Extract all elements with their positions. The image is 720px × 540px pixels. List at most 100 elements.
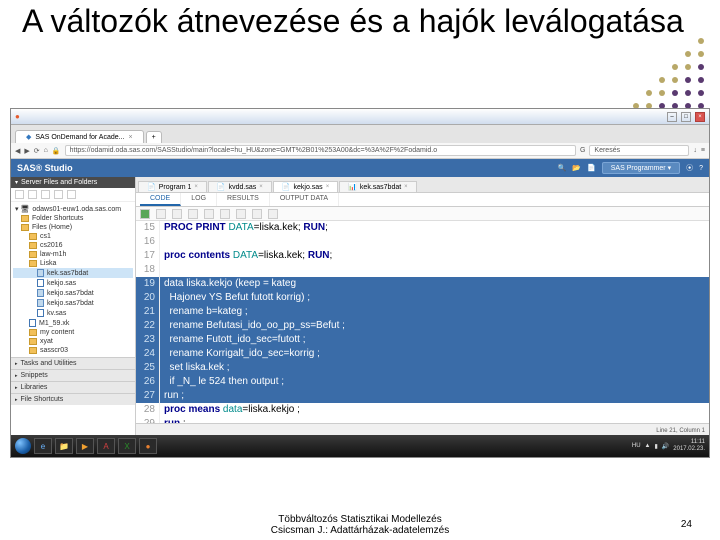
browser-tab[interactable]: ◆ SAS OnDemand for Acade... × <box>15 130 144 143</box>
code-line[interactable]: 28proc means data=liska.kekjo ; <box>136 403 709 417</box>
tree-item[interactable]: Folder Shortcuts <box>13 214 133 223</box>
code-editor[interactable]: 15PROC PRINT DATA=liska.kek; RUN;1617pro… <box>136 221 709 423</box>
tab-close-icon[interactable]: × <box>259 184 263 190</box>
code-line[interactable]: 17proc contents DATA=liska.kek; RUN; <box>136 249 709 263</box>
tree-item-label: my content <box>40 329 74 336</box>
line-gutter: 25 <box>136 361 160 375</box>
tree-item[interactable]: kekjo.sas7bdat <box>13 288 133 298</box>
system-tray[interactable]: HU ▲ ▮ 🔊 11:11 2017.02.23. <box>632 439 705 453</box>
task-reader-icon[interactable]: A <box>97 438 115 454</box>
sas-help-icon[interactable]: ? <box>699 165 703 172</box>
tab-close-icon[interactable]: × <box>404 184 408 190</box>
sidebar-section[interactable]: Libraries <box>11 381 135 393</box>
task-excel-icon[interactable]: X <box>118 438 136 454</box>
dataset-icon <box>37 269 44 277</box>
maximize-button[interactable]: □ <box>681 112 691 122</box>
close-button[interactable]: × <box>695 112 705 122</box>
tab-close-icon[interactable]: × <box>194 184 198 190</box>
side-tool-icon[interactable] <box>28 190 37 199</box>
sas-more-icon[interactable]: ⦿ <box>686 163 693 173</box>
subtab-output data[interactable]: OUTPUT DATA <box>270 193 339 206</box>
sidebar-section[interactable]: Snippets <box>11 369 135 381</box>
code-line[interactable]: 16 <box>136 235 709 249</box>
sidebar-header-files[interactable]: Server Files and Folders <box>11 177 135 188</box>
task-media-icon[interactable]: ▶ <box>76 438 94 454</box>
editor-tab[interactable]: 📊kek.sas7bdat× <box>339 181 416 192</box>
task-explorer-icon[interactable]: 📁 <box>55 438 73 454</box>
sas-search-icon[interactable]: 🔍 <box>558 164 567 172</box>
tree-item[interactable]: M1_59.xk <box>13 318 133 328</box>
nav-back-icon[interactable]: ◀ <box>15 147 20 155</box>
tree-item[interactable]: Liska <box>13 259 133 268</box>
code-line[interactable]: 15PROC PRINT DATA=liska.kek; RUN; <box>136 221 709 235</box>
tray-lang[interactable]: HU <box>632 443 641 449</box>
code-line[interactable]: 26 if _N_ le 524 then output ; <box>136 375 709 389</box>
subtab-results[interactable]: RESULTS <box>217 193 270 206</box>
code-line[interactable]: 23 rename Futott_ido_sec=futott ; <box>136 333 709 347</box>
minimize-button[interactable]: – <box>667 112 677 122</box>
sidebar-section[interactable]: File Shortcuts <box>11 393 135 405</box>
tab-close-icon[interactable]: × <box>129 134 133 141</box>
tree-item[interactable]: kek.sas7bdat <box>13 268 133 278</box>
code-line[interactable]: 27run ; <box>136 389 709 403</box>
tab-close-icon[interactable]: × <box>326 184 330 190</box>
download-icon[interactable]: ↓ <box>693 147 697 154</box>
tray-volume-icon: 🔊 <box>662 443 669 450</box>
editor-tab[interactable]: 📄Program 1× <box>138 181 207 192</box>
code-line[interactable]: 22 rename Befutasi_ido_oo_pp_ss=Befut ; <box>136 319 709 333</box>
start-button[interactable] <box>15 438 31 454</box>
sas-perspective-button[interactable]: SAS Programmer ▾ <box>602 162 680 174</box>
code-line[interactable]: 20 Hajonev YS Befut futott korrig) ; <box>136 291 709 305</box>
menu-icon[interactable]: ≡ <box>701 147 705 154</box>
tray-flag-icon: ▲ <box>645 443 651 449</box>
tree-item[interactable]: xyat <box>13 337 133 346</box>
sas-open-icon[interactable]: 📂 <box>572 164 581 172</box>
toolbar-icon[interactable] <box>236 209 246 219</box>
subtab-code[interactable]: CODE <box>140 193 181 206</box>
task-firefox-icon[interactable]: ● <box>139 438 157 454</box>
nav-reload-icon[interactable]: ⟳ <box>34 147 40 155</box>
toolbar-icon[interactable] <box>252 209 262 219</box>
new-tab-button[interactable]: + <box>146 131 162 143</box>
side-tool-icon[interactable] <box>54 190 63 199</box>
sasfile-icon <box>29 319 36 327</box>
toolbar-icon[interactable] <box>204 209 214 219</box>
tree-item[interactable]: sasscr03 <box>13 346 133 355</box>
toolbar-icon[interactable] <box>188 209 198 219</box>
task-ie-icon[interactable]: e <box>34 438 52 454</box>
toolbar-icon[interactable] <box>220 209 230 219</box>
tree-item[interactable]: my content <box>13 328 133 337</box>
code-line[interactable]: 19data liska.kekjo (keep = kateg <box>136 277 709 291</box>
tree-item[interactable]: kv.sas <box>13 308 133 318</box>
editor-tab[interactable]: 📄kekjo.sas× <box>273 181 338 192</box>
code-line[interactable]: 25 set liska.kek ; <box>136 361 709 375</box>
tree-item[interactable]: Files (Home) <box>13 223 133 232</box>
tree-item[interactable]: kekjo.sas7bdat <box>13 298 133 308</box>
subtab-log[interactable]: LOG <box>181 193 217 206</box>
windows-taskbar: e 📁 ▶ A X ● HU ▲ ▮ 🔊 11:11 2017.02.23. <box>11 435 709 457</box>
nav-home-icon[interactable]: ⌂ <box>44 147 48 154</box>
code-line[interactable]: 18 <box>136 263 709 277</box>
tray-clock[interactable]: 11:11 2017.02.23. <box>673 439 705 453</box>
address-bar[interactable]: https://odamid.oda.sas.com/SASStudio/mai… <box>65 145 576 156</box>
tree-item[interactable]: law-m1h <box>13 250 133 259</box>
tree-item[interactable]: cs1 <box>13 232 133 241</box>
sas-new-icon[interactable]: 📄 <box>587 164 596 172</box>
toolbar-icon[interactable] <box>172 209 182 219</box>
tree-item[interactable]: kekjo.sas <box>13 278 133 288</box>
toolbar-icon[interactable] <box>268 209 278 219</box>
code-line[interactable]: 21 rename b=kateg ; <box>136 305 709 319</box>
side-tool-icon[interactable] <box>15 190 24 199</box>
side-tool-icon[interactable] <box>67 190 76 199</box>
code-line[interactable]: 24 rename Korrigalt_ido_sec=korrig ; <box>136 347 709 361</box>
sidebar-section[interactable]: Tasks and Utilities <box>11 357 135 369</box>
search-input[interactable]: Keresés <box>589 145 689 156</box>
tree-root[interactable]: ▾ 🖥 odaws01-euw1.oda.sas.com <box>13 204 133 214</box>
editor-tab[interactable]: 📄kvdd.sas× <box>208 181 272 192</box>
run-icon[interactable] <box>140 209 150 219</box>
tree-item[interactable]: cs2016 <box>13 241 133 250</box>
nav-fwd-icon[interactable]: ▶ <box>24 147 29 155</box>
search-engine-icon: G <box>580 147 585 154</box>
side-tool-icon[interactable] <box>41 190 50 199</box>
toolbar-icon[interactable] <box>156 209 166 219</box>
